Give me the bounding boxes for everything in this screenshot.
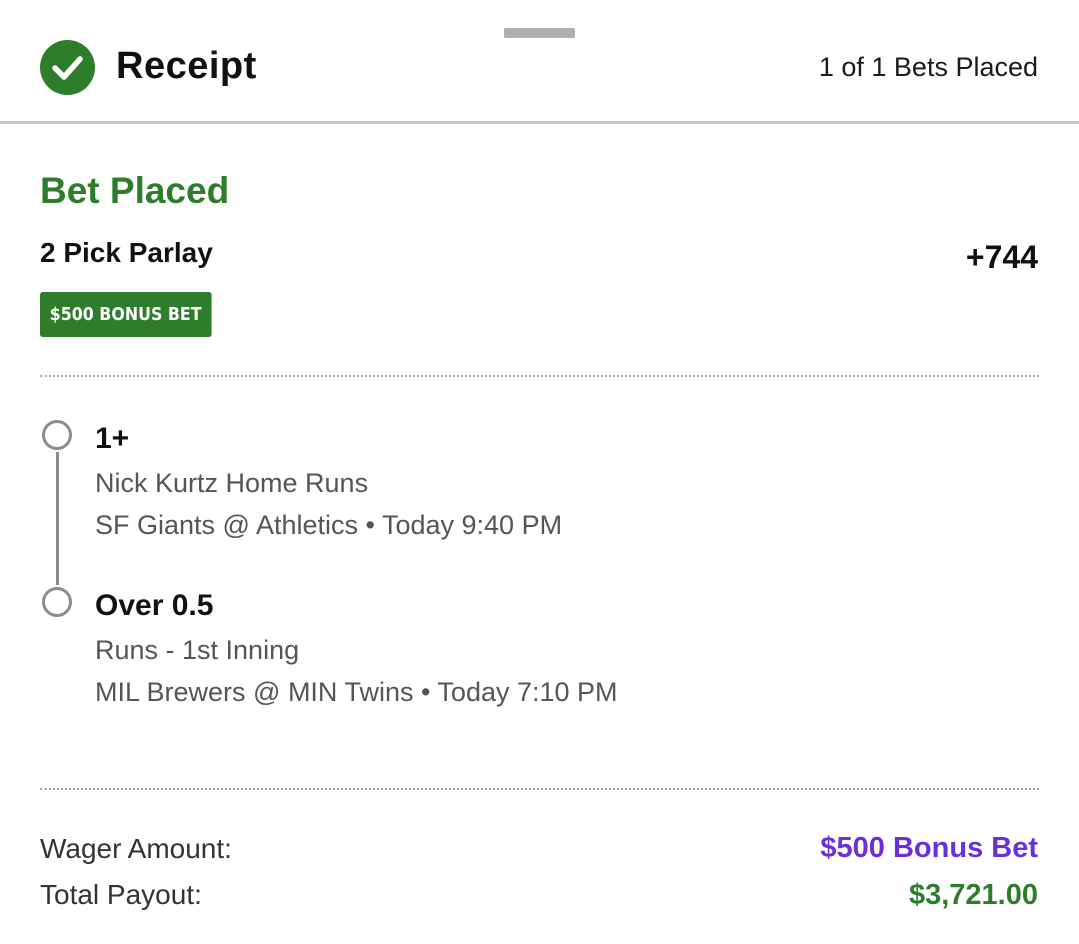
divider xyxy=(40,375,1039,377)
bets-placed-count: 1 of 1 Bets Placed xyxy=(818,52,1038,82)
leg-event: MIL Brewers @ MIN Twins • Today 7:10 PM xyxy=(95,677,618,707)
bet-status: Bet Placed xyxy=(40,170,230,211)
leg-circle-icon xyxy=(42,587,72,617)
wager-amount-label: Wager Amount: xyxy=(40,833,232,864)
leg-circle-icon xyxy=(42,420,72,450)
total-payout-value: $3,721.00 xyxy=(908,879,1038,911)
bonus-bet-badge: $500 BONUS BET xyxy=(40,292,212,337)
leg-connector-line xyxy=(56,452,59,585)
leg-selection: Over 0.5 xyxy=(95,589,214,622)
receipt-header: Receipt 1 of 1 Bets Placed xyxy=(0,0,1079,124)
leg-selection: 1+ xyxy=(95,422,130,455)
total-payout-label: Total Payout: xyxy=(40,879,202,910)
receipt-title: Receipt xyxy=(116,45,257,87)
leg-event: SF Giants @ Athletics • Today 9:40 PM xyxy=(95,510,563,540)
bet-type: 2 Pick Parlay xyxy=(40,237,213,268)
wager-amount-value: $500 Bonus Bet xyxy=(820,832,1038,864)
check-circle-icon xyxy=(40,40,95,95)
divider xyxy=(40,788,1039,790)
receipt-sheet: Receipt 1 of 1 Bets Placed Bet Placed 2 … xyxy=(0,0,1079,944)
bet-odds: +744 xyxy=(965,239,1038,275)
leg-market: Runs - 1st Inning xyxy=(95,635,300,665)
leg-market: Nick Kurtz Home Runs xyxy=(95,468,369,498)
